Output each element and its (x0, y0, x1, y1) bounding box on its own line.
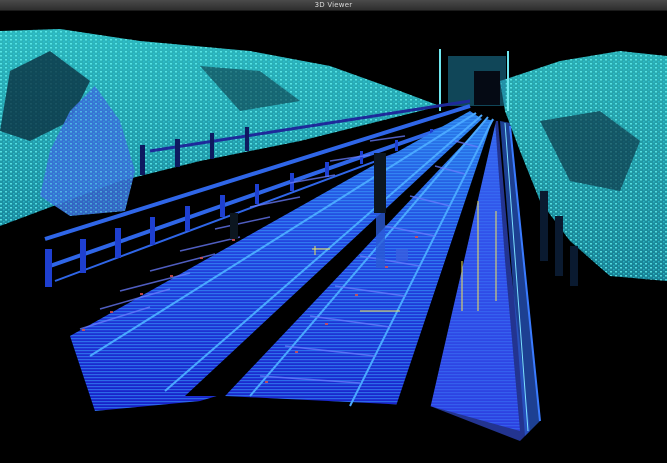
tunnel-portal (439, 49, 509, 111)
viewer-window: 3D Viewer (0, 0, 667, 463)
point-cloud-canvas[interactable] (0, 11, 667, 463)
window-titlebar[interactable]: 3D Viewer (0, 0, 667, 11)
figure-near-track (230, 213, 238, 239)
window-title: 3D Viewer (314, 1, 353, 9)
point-cloud-viewport[interactable] (0, 11, 667, 463)
